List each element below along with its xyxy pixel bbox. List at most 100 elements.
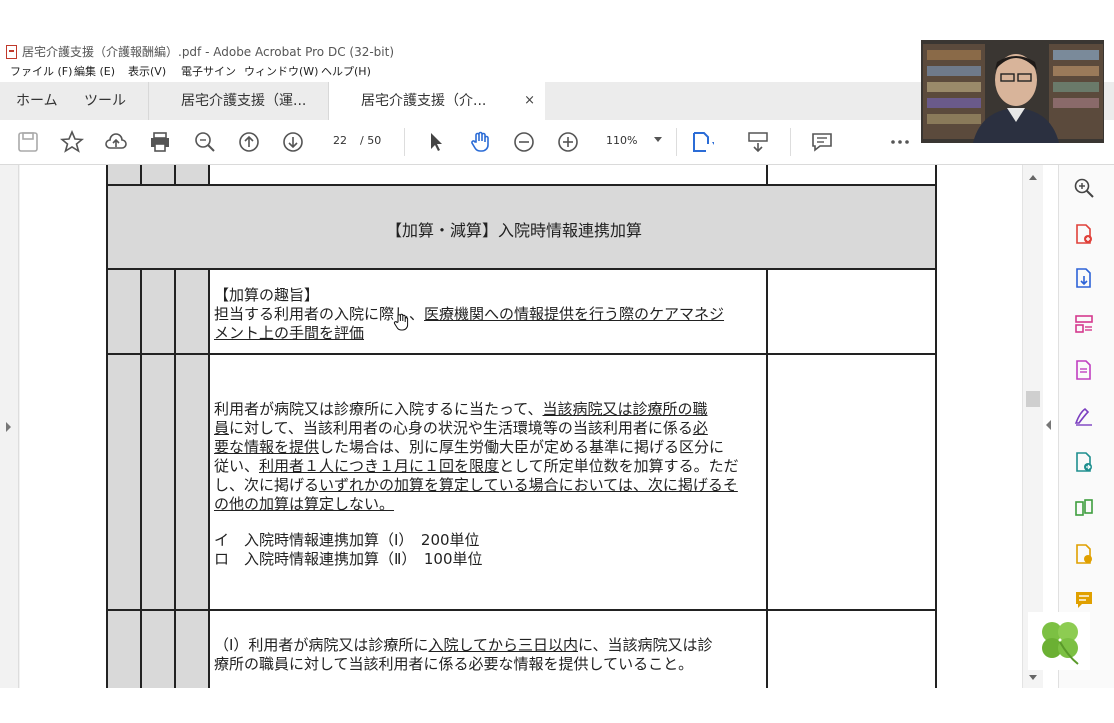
table-border [106,268,937,270]
organize-pages-icon[interactable] [1073,313,1095,335]
paragraph-text: 従い、 [214,457,260,475]
bookmark-star-icon[interactable] [60,130,84,154]
menu-window[interactable]: ウィンドウ(W) [244,62,318,82]
scroll-up-icon[interactable] [1029,175,1037,180]
send-for-review-icon[interactable] [1073,451,1095,473]
paragraph-underlined-text: 必 [692,419,708,437]
condition-line-1: （Ⅰ）利用者が病院又は診療所に入院してから三日以内に、当該病院又は診 [214,636,713,655]
select-pointer-icon[interactable] [424,130,448,154]
vertical-scrollbar[interactable] [1022,165,1043,688]
table-border [208,165,210,185]
section-title: 【加算・減算】入院時情報連携加算 [386,221,643,240]
paragraph-line: 従い、利用者１人につき１月に１回を限度として所定単位数を加算する。ただ [214,457,739,476]
paragraph-line: し、次に掲げるいずれかの加算を算定している場合においては、次に掲げるそ [214,476,738,495]
zoom-tool-icon[interactable] [1073,177,1095,199]
addition-item-2: ロ 入院時情報連携加算（Ⅱ） 100単位 [214,550,483,568]
comment-icon[interactable] [810,130,834,154]
tab-tools[interactable]: ツール [84,82,126,120]
paragraph-underlined-text: 員 [214,419,230,437]
purpose-underlined-text: 医療機関への情報提供を行う際のケアマネジ [424,305,725,323]
table-border [174,269,176,688]
edit-pdf-icon[interactable] [1073,359,1095,381]
menu-file[interactable]: ファイル (F) [10,62,72,82]
page-number-input[interactable]: 22 [324,131,356,151]
condition-line-2: 療所の職員に対して当該利用者に係る必要な情報を提供していること。 [214,655,694,673]
table-border [140,269,142,688]
left-panel-expand-icon[interactable] [6,422,11,432]
table-border [106,609,937,611]
toolbar-divider [404,128,405,156]
paragraph-text: し、次に掲げる [214,476,320,494]
right-panel-collapse-icon[interactable] [1046,420,1051,430]
scroll-down-icon[interactable] [1029,675,1037,680]
more-options-icon[interactable] [888,130,912,154]
table-border [140,165,142,185]
condition-text: に、当該病院又は診 [578,636,713,654]
right-tools-panel [1058,165,1114,688]
pdf-file-icon [6,45,17,59]
table-border [106,184,937,186]
paragraph-underlined-text: の他の加算は算定しない。 [214,495,395,513]
table-border [174,165,176,185]
menu-view[interactable]: 表示(V) [128,62,166,82]
export-pdf-icon[interactable] [1073,267,1095,289]
save-icon[interactable] [16,130,40,154]
zoom-search-icon[interactable] [193,130,217,154]
tab-document-2-label: 居宅介護支援（介... [361,93,487,109]
table-border [106,353,937,355]
menu-e-sign[interactable]: 電子サイン [181,62,236,82]
toolbar-divider [790,128,791,156]
tab-document-1-label: 居宅介護支援（運... [181,93,307,109]
tab-document-2[interactable]: 居宅介護支援（介... × [328,82,545,120]
zoom-out-icon[interactable] [512,130,536,154]
paragraph-underlined-text: 当該病院又は診療所の職 [542,400,708,418]
addition-item-1: イ 入院時情報連携加算（Ⅰ） 200単位 [214,531,480,549]
close-tab-icon[interactable]: × [524,82,535,120]
previous-page-icon[interactable] [237,130,261,154]
page-fit-icon[interactable] [690,130,714,154]
zoom-level-select[interactable]: 110% [606,131,637,151]
scan-ocr-icon[interactable] [1073,543,1095,565]
page-total: / 50 [360,134,382,147]
hand-tool-icon[interactable] [468,130,492,154]
menu-help[interactable]: ヘルプ(H) [321,62,371,82]
cloud-upload-icon[interactable] [104,130,128,154]
hand-cursor-icon [392,313,410,333]
paragraph-text: した場合は、別に厚生労働大臣が定める基準に掲げる区分に [319,438,725,456]
table-border [766,165,768,185]
paragraph-line: 利用者が病院又は診療所に入院するに当たって、当該病院又は診療所の職 [214,400,708,419]
purpose-line-2: メント上の手間を評価 [214,324,365,342]
clover-logo [1028,612,1090,670]
compare-files-icon[interactable] [1073,497,1095,519]
window-title: 居宅介護支援（介護報酬編）.pdf - Adobe Acrobat Pro DC… [22,45,395,59]
keyboard-scroll-icon[interactable] [746,130,770,154]
purpose-heading: 【加算の趣旨】 [214,286,320,304]
paragraph-line: の他の加算は算定しない。 [214,495,394,514]
tab-home[interactable]: ホーム [16,82,58,120]
paragraph-underlined-text: いずれかの加算を算定している場合においては、次に掲げるそ [319,476,738,494]
condition-text: （Ⅰ）利用者が病院又は診療所に [214,636,429,654]
create-pdf-icon[interactable] [1073,223,1095,245]
webcam-video [921,40,1104,143]
zoom-dropdown-chevron-icon[interactable] [654,137,662,142]
document-viewport[interactable]: 【加算・減算】入院時情報連携加算 【加算の趣旨】 担当する利用者の入院に際し、医… [0,165,1022,688]
next-page-icon[interactable] [281,130,305,154]
left-panel-rail [18,165,19,688]
fill-sign-icon[interactable] [1073,405,1095,427]
zoom-in-icon[interactable] [556,130,580,154]
comment-tool-icon[interactable] [1073,589,1095,611]
paragraph-underlined-text: 利用者１人につき１月に１回を限度 [259,457,500,475]
pdf-page: 【加算・減算】入院時情報連携加算 【加算の趣旨】 担当する利用者の入院に際し、医… [20,165,1022,688]
paragraph-underlined-text: 要な情報を提供 [214,438,320,456]
condition-underlined-text: 入院してから三日以内 [428,636,578,654]
print-icon[interactable] [148,130,172,154]
tab-document-1[interactable]: 居宅介護支援（運... [148,82,331,120]
paragraph-line: 員に対して、当該利用者の心身の状況や生活環境等の当該利用者に係る必 [214,419,708,438]
menu-edit[interactable]: 編集 (E) [74,62,115,82]
paragraph-line: 要な情報を提供した場合は、別に厚生労働大臣が定める基準に掲げる区分に [214,438,724,457]
toolbar-divider [676,128,677,156]
table-border [208,269,210,688]
scroll-thumb[interactable] [1026,391,1040,407]
purpose-line-1: 担当する利用者の入院に際し、医療機関への情報提供を行う際のケアマネジ [214,305,724,324]
paragraph-text: 利用者が病院又は診療所に入院するに当たって、 [214,400,543,418]
